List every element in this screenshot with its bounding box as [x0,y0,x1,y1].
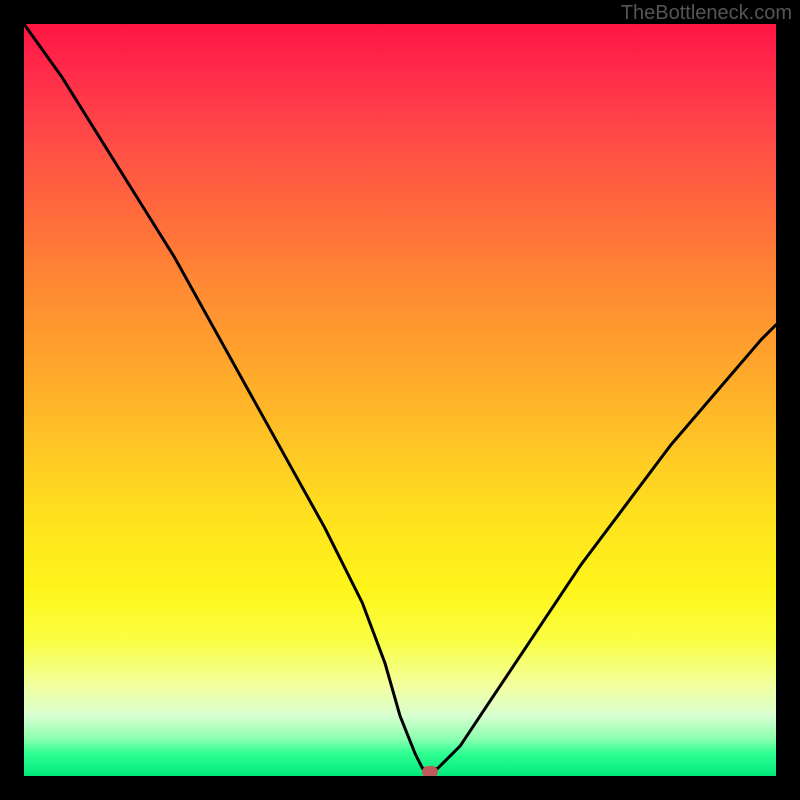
chart-container: TheBottleneck.com [0,0,800,800]
bottleneck-curve [24,24,776,776]
watermark-text: TheBottleneck.com [621,2,792,25]
optimum-marker [422,766,438,776]
plot-area [24,24,776,776]
